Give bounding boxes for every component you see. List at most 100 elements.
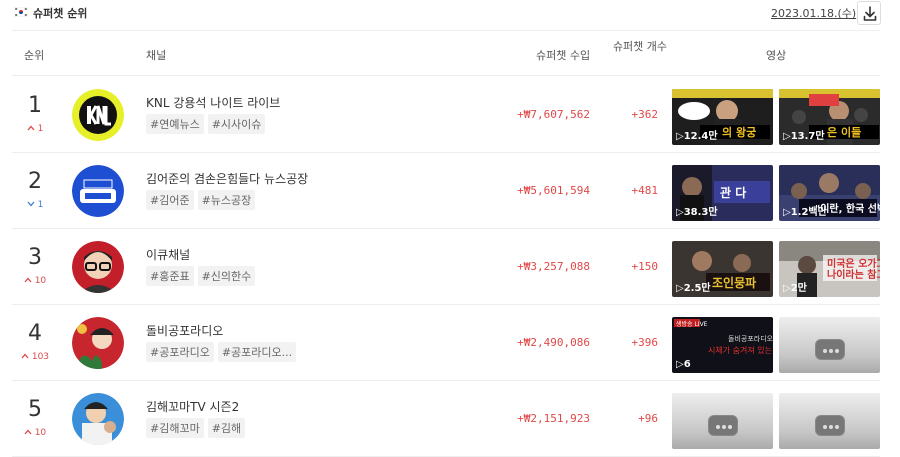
rank-change: 10 <box>20 428 50 438</box>
video-placeholder-icon <box>815 415 845 436</box>
video-thumbnail-placeholder[interactable] <box>779 317 880 373</box>
view-count: ▷13.7만 <box>783 131 825 142</box>
table-row[interactable]: 3 10 이큐채널 #홍준표 #신의한수 +₩3,257,088 +150 조인뭉… <box>12 229 880 305</box>
tag[interactable]: #공포라디오 <box>146 342 214 362</box>
play-icon: ▷ <box>676 359 684 370</box>
tag[interactable]: #김해꼬마 <box>146 418 204 438</box>
download-button[interactable] <box>857 1 881 25</box>
rank-number: 4 <box>28 321 42 346</box>
channel-logo <box>72 241 124 293</box>
caret-up-icon <box>24 277 32 283</box>
channel-avatar[interactable] <box>72 317 124 369</box>
table-row[interactable]: 2 1 김어준의 겸손은힘들다 뉴스공장 #김어준 #뉴스공장 +₩5,601,5… <box>12 153 880 229</box>
caret-up-icon <box>27 125 35 131</box>
tag-list: #공포라디오 #공포라디오... <box>146 342 300 362</box>
svg-text:나이라는 참고: 나이라는 참고 <box>827 268 880 281</box>
channel-name[interactable]: 돌비공포라디오 <box>146 322 223 339</box>
tag[interactable]: #공포라디오... <box>217 342 297 362</box>
svg-text:시체가 숨겨져 있는: 시체가 숨겨져 있는 <box>708 345 772 355</box>
play-icon: ▷ <box>783 131 791 142</box>
channel-name[interactable]: 김어준의 겸손은힘들다 뉴스공장 <box>146 170 308 187</box>
video-thumbnail[interactable]: "이란, 한국 선박 ▷1.2백만 <box>779 165 880 221</box>
tag[interactable]: #김어준 <box>146 190 194 210</box>
top-bar: 슈퍼챗 순위 2023.01.18.(수) <box>0 0 900 28</box>
date-selector[interactable]: 2023.01.18.(수) <box>771 5 856 21</box>
channel-name[interactable]: 김해꼬마TV 시즌2 <box>146 398 239 415</box>
channel-avatar[interactable] <box>72 165 124 217</box>
table-row[interactable]: 1 1 KNL 강용석 나이트 라이브 #연예뉴스 #시사이슈 +₩7,607,5… <box>12 77 880 153</box>
table-header: 순위 채널 슈퍼챗 수입 슈퍼챗 개수 영상 <box>12 30 880 76</box>
superchat-revenue: +₩2,151,923 <box>517 412 590 425</box>
superchat-revenue: +₩2,490,086 <box>517 336 590 349</box>
tag-list: #홍준표 #신의한수 <box>146 266 259 286</box>
view-count: ▷2.5만 <box>676 283 711 294</box>
column-video: 영상 <box>766 49 787 62</box>
channel-logo <box>72 165 124 217</box>
knl-logo <box>72 89 124 141</box>
video-placeholder-icon <box>708 415 738 436</box>
tag-list: #김어준 #뉴스공장 <box>146 190 259 210</box>
tag[interactable]: #홍준표 <box>146 266 194 286</box>
video-thumbnail-placeholder[interactable] <box>672 393 773 449</box>
video-placeholder-icon <box>815 339 845 360</box>
svg-text:관 다: 관 다 <box>720 185 746 200</box>
superchat-count: +362 <box>631 108 659 121</box>
svg-text:돌비공포라디오: 돌비공포라디오 <box>728 334 773 343</box>
superchat-revenue: +₩7,607,562 <box>517 108 590 121</box>
channel-avatar[interactable] <box>72 89 124 141</box>
play-icon: ▷ <box>676 131 684 142</box>
tag-list: #김해꼬마 #김해 <box>146 418 249 438</box>
channel-logo <box>72 317 124 369</box>
column-count[interactable]: 슈퍼챗 개수 <box>612 40 668 54</box>
video-thumbnail[interactable]: 관 다 ▷38.3만 <box>672 165 773 221</box>
play-icon: ▷ <box>676 283 684 294</box>
column-revenue[interactable]: 슈퍼챗 수입 <box>536 47 590 63</box>
column-rank: 순위 <box>24 49 45 62</box>
view-count: ▷6 <box>676 359 691 370</box>
tag[interactable]: #연예뉴스 <box>146 114 204 134</box>
video-thumbnail-placeholder[interactable] <box>779 393 880 449</box>
superchat-revenue: +₩3,257,088 <box>517 260 590 273</box>
tag[interactable]: #뉴스공장 <box>197 190 256 210</box>
tag[interactable]: #김해 <box>207 418 246 438</box>
tag[interactable]: #신의한수 <box>197 266 256 286</box>
video-thumbnail[interactable]: 생방송 LIVE 돌비공포라디오 시체가 숨겨져 있는 ▷6 <box>672 317 773 373</box>
superchat-count: +150 <box>631 260 659 273</box>
rank-change-value: 10 <box>34 428 47 438</box>
view-count: ▷12.4만 <box>676 131 718 142</box>
rank-change-value: 1 <box>37 124 44 134</box>
play-icon: ▷ <box>676 207 684 218</box>
channel-avatar[interactable] <box>72 241 124 293</box>
table-row[interactable]: 4 103 돌비공포라디오 #공포라디오 #공포라디오... +₩2,490,08… <box>12 305 880 381</box>
svg-text:은 이들: 은 이들 <box>827 125 861 139</box>
channel-logo <box>72 393 124 445</box>
channel-name[interactable]: KNL 강용석 나이트 라이브 <box>146 94 280 111</box>
video-thumbnail[interactable]: 조인뭉파 ▷2.5만 <box>672 241 773 297</box>
caret-down-icon <box>27 201 35 207</box>
play-icon: ▷ <box>783 207 791 218</box>
channel-name[interactable]: 이큐채널 <box>146 246 190 263</box>
caret-up-icon <box>21 353 29 359</box>
view-count: ▷1.2백만 <box>783 207 827 218</box>
rank-change: 1 <box>20 124 50 134</box>
tag[interactable]: #시사이슈 <box>207 114 266 134</box>
channel-avatar[interactable] <box>72 393 124 445</box>
download-icon <box>863 6 877 21</box>
svg-text:생방송 LIVE: 생방송 LIVE <box>676 320 708 328</box>
superchat-count: +481 <box>631 184 659 197</box>
rank-number: 5 <box>28 397 42 422</box>
play-icon: ▷ <box>783 283 791 294</box>
video-thumbnail[interactable]: 미국은 오가고 나이라는 참고 ▷2만 <box>779 241 880 297</box>
rank-change-value: 1 <box>37 200 44 210</box>
page-title: 슈퍼챗 순위 <box>33 7 88 20</box>
table-row[interactable]: 5 10 김해꼬마TV 시즌2 #김해꼬마 #김해 +₩2,151,923 +96 <box>12 381 880 457</box>
video-thumbnail[interactable]: 은 이들 ▷13.7만 <box>779 89 880 145</box>
video-thumbnail[interactable]: 의 왕궁 ▷12.4만 <box>672 89 773 145</box>
rank-number: 1 <box>28 93 42 118</box>
rank-number: 3 <box>28 245 42 270</box>
rank-change: 103 <box>20 352 50 362</box>
rank-number: 2 <box>28 169 42 194</box>
rank-change: 10 <box>20 276 50 286</box>
rank-change-value: 10 <box>34 276 47 286</box>
view-count: ▷2만 <box>783 283 807 294</box>
